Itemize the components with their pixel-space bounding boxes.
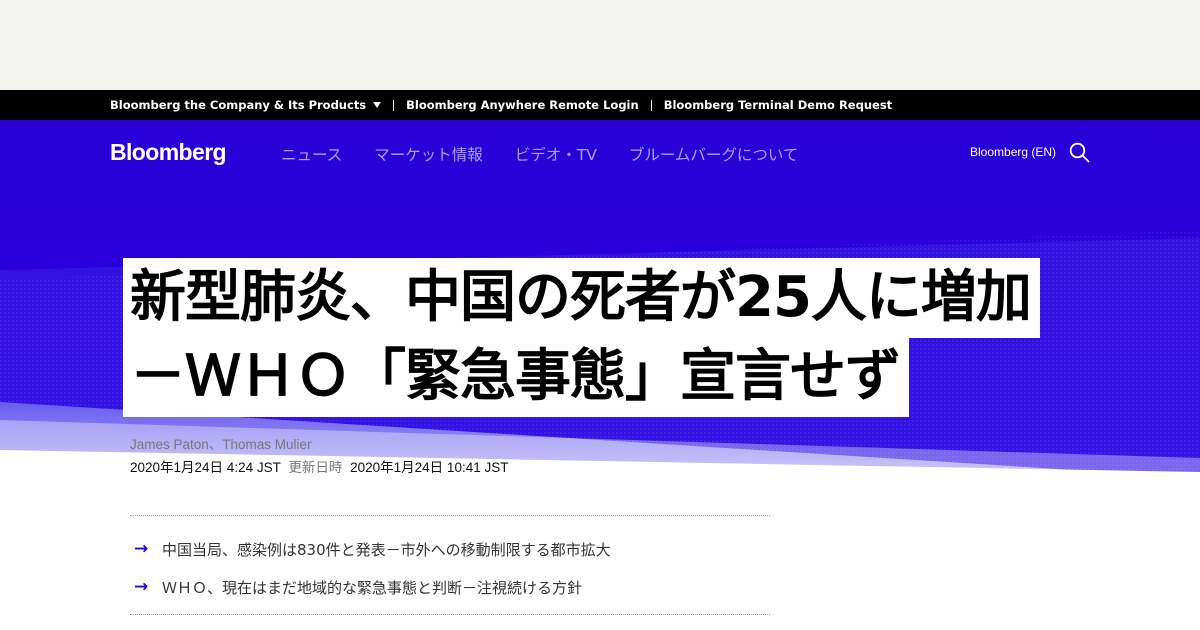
nav-video-tv[interactable]: ビデオ・TV [515, 143, 597, 165]
anywhere-login-link[interactable]: Bloomberg Anywhere Remote Login [406, 98, 639, 112]
nav-links: ニュース マーケット情報 ビデオ・TV ブルームバーグについて [281, 143, 798, 165]
caret-down-icon [373, 101, 382, 108]
headline-line-1: 新型肺炎、中国の死者が25人に増加 [123, 258, 1040, 338]
nav-news[interactable]: ニュース [281, 143, 342, 165]
ad-space [0, 0, 1200, 90]
updated-time: 2020年1月24日 10:41 JST [350, 460, 509, 475]
bloomberg-logo[interactable]: Bloomberg [110, 139, 227, 166]
summary-divider-bottom [130, 614, 770, 615]
edition-switch-link[interactable]: Bloomberg (EN) [970, 145, 1056, 159]
arrow-right-icon: → [134, 577, 149, 597]
summary-text: ＷＨＯ、現在はまだ地域的な緊急事態と判断－注視続ける方針 [162, 578, 583, 597]
article-dates: 2020年1月24日 4:24 JST 更新日時 2020年1月24日 10:4… [130, 456, 508, 476]
terminal-demo-link[interactable]: Bloomberg Terminal Demo Request [664, 98, 892, 112]
nav-market-data[interactable]: マーケット情報 [374, 143, 483, 165]
summary-item: → ＷＨＯ、現在はまだ地域的な緊急事態と判断－注視続ける方針 [134, 568, 774, 606]
article-summary: → 中国当局、感染例は830件と発表－市外への移動制限する都市拡大 → ＷＨＯ、… [134, 530, 774, 606]
arrow-right-icon: → [134, 539, 149, 559]
published-time: 2020年1月24日 4:24 JST [130, 460, 281, 475]
summary-item: → 中国当局、感染例は830件と発表－市外への移動制限する都市拡大 [134, 530, 774, 568]
company-products-label: Bloomberg the Company & Its Products [110, 98, 367, 112]
company-topbar: Bloomberg the Company & Its Products Blo… [0, 90, 1200, 120]
updated-label: 更新日時 [288, 460, 343, 475]
topbar-separator [650, 99, 652, 111]
summary-divider-top [130, 515, 770, 516]
article-byline[interactable]: James Paton、Thomas Mulier [130, 433, 312, 453]
search-icon[interactable] [1069, 142, 1090, 163]
headline-line-2: －ＷＨＯ「緊急事態」宣言せず [123, 337, 909, 417]
company-products-menu[interactable]: Bloomberg the Company & Its Products [110, 98, 382, 112]
article-headline: 新型肺炎、中国の死者が25人に増加 －ＷＨＯ「緊急事態」宣言せず [123, 258, 1113, 417]
topbar-separator [393, 99, 395, 111]
nav-about[interactable]: ブルームバーグについて [629, 143, 799, 165]
summary-text: 中国当局、感染例は830件と発表－市外への移動制限する都市拡大 [162, 540, 611, 559]
